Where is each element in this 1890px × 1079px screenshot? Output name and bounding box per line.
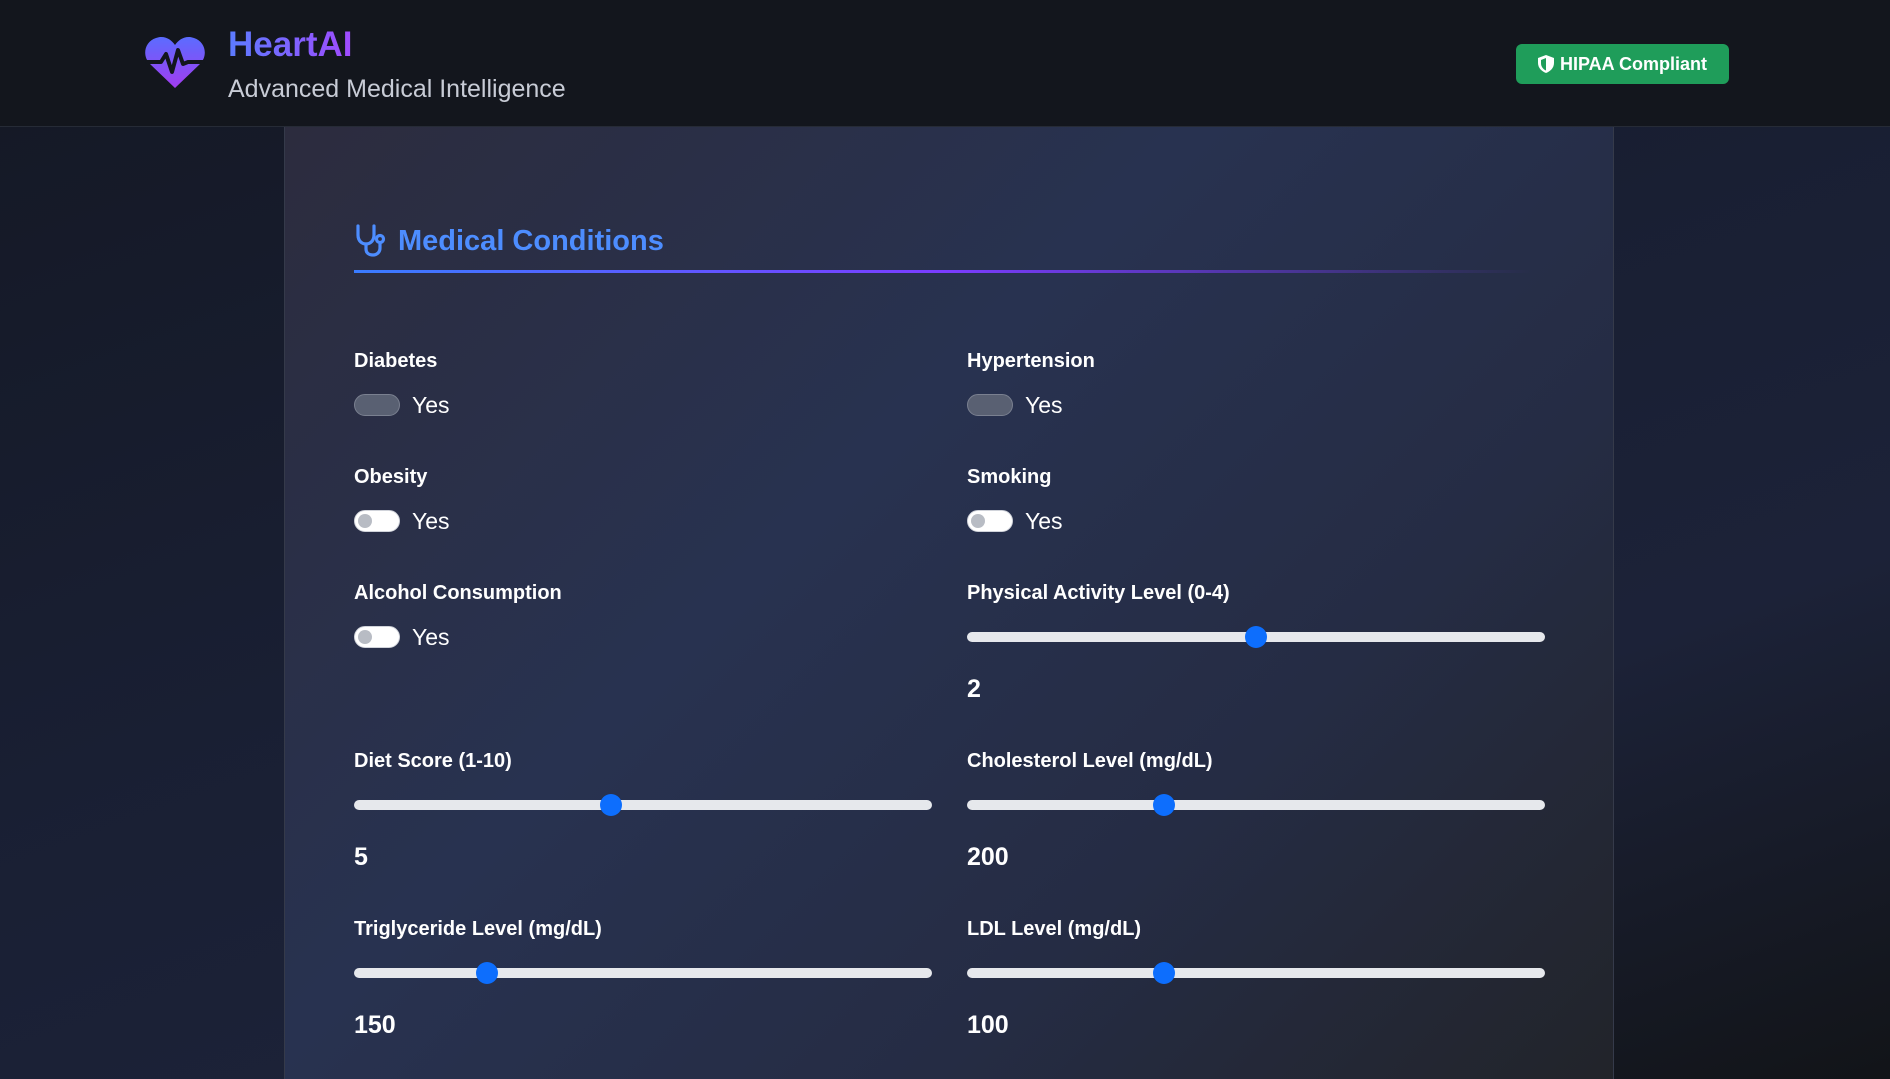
alcohol-consumption-label: Alcohol Consumption bbox=[354, 582, 562, 604]
slider-thumb[interactable] bbox=[599, 794, 622, 816]
obesity-toggle[interactable] bbox=[354, 510, 400, 532]
hipaa-badge-label: HIPAA Compliant bbox=[1560, 53, 1707, 74]
toggle-knob bbox=[971, 514, 985, 528]
hypertension-toggle-row: Yes bbox=[967, 389, 1063, 421]
hypertension-label: Hypertension bbox=[967, 350, 1095, 372]
slider-track bbox=[354, 968, 932, 978]
obesity-label: Obesity bbox=[354, 466, 428, 488]
smoking-toggle-label: Yes bbox=[1025, 508, 1063, 534]
section-divider bbox=[354, 270, 1534, 273]
slider-thumb[interactable] bbox=[475, 962, 498, 984]
cholesterol-level-label: Cholesterol Level (mg/dL) bbox=[967, 750, 1213, 772]
brand-title: HeartAI bbox=[228, 22, 352, 68]
alcohol-consumption-toggle[interactable] bbox=[354, 626, 400, 648]
physical-activity-label: Physical Activity Level (0-4) bbox=[967, 582, 1230, 604]
slider-thumb[interactable] bbox=[1152, 962, 1175, 984]
ldl-level-value: 100 bbox=[967, 1011, 1009, 1039]
diabetes-toggle-label: Yes bbox=[412, 392, 450, 418]
toggle-knob bbox=[358, 630, 372, 644]
slider-track bbox=[354, 800, 932, 810]
obesity-toggle-row: Yes bbox=[354, 505, 450, 537]
diabetes-toggle[interactable] bbox=[354, 394, 400, 416]
diabetes-toggle-row: Yes bbox=[354, 389, 450, 421]
cholesterol-level-slider[interactable] bbox=[967, 789, 1545, 821]
medical-conditions-card: Medical Conditions Diabetes Yes Hyperten… bbox=[284, 127, 1614, 1079]
slider-thumb[interactable] bbox=[1245, 626, 1267, 648]
stethoscope-icon bbox=[356, 224, 386, 257]
shield-icon bbox=[1538, 55, 1554, 73]
slider-thumb[interactable] bbox=[1152, 794, 1175, 816]
heart-pulse-icon bbox=[145, 36, 205, 88]
triglyceride-level-label: Triglyceride Level (mg/dL) bbox=[354, 918, 602, 940]
alcohol-consumption-toggle-label: Yes bbox=[412, 624, 450, 650]
smoking-toggle-row: Yes bbox=[967, 505, 1063, 537]
alcohol-consumption-toggle-row: Yes bbox=[354, 621, 450, 653]
physical-activity-value: 2 bbox=[967, 675, 981, 703]
ldl-level-slider[interactable] bbox=[967, 957, 1545, 989]
diet-score-value: 5 bbox=[354, 843, 368, 871]
physical-activity-slider[interactable] bbox=[967, 621, 1545, 653]
hypertension-toggle-label: Yes bbox=[1025, 392, 1063, 418]
app-header: HeartAI Advanced Medical Intelligence HI… bbox=[0, 0, 1890, 127]
slider-track bbox=[967, 800, 1545, 810]
hipaa-compliant-badge: HIPAA Compliant bbox=[1516, 44, 1729, 84]
section-title: Medical Conditions bbox=[398, 225, 664, 257]
obesity-toggle-label: Yes bbox=[412, 508, 450, 534]
slider-track bbox=[967, 968, 1545, 978]
ldl-level-label: LDL Level (mg/dL) bbox=[967, 918, 1142, 940]
section-header: Medical Conditions bbox=[354, 223, 1534, 275]
brand-subtitle: Advanced Medical Intelligence bbox=[228, 75, 566, 103]
smoking-toggle[interactable] bbox=[967, 510, 1013, 532]
hypertension-toggle[interactable] bbox=[967, 394, 1013, 416]
cholesterol-level-value: 200 bbox=[967, 843, 1009, 871]
triglyceride-level-slider[interactable] bbox=[354, 957, 932, 989]
smoking-label: Smoking bbox=[967, 466, 1052, 488]
diabetes-label: Diabetes bbox=[354, 350, 438, 372]
triglyceride-level-value: 150 bbox=[354, 1011, 396, 1039]
toggle-knob bbox=[358, 514, 372, 528]
diet-score-slider[interactable] bbox=[354, 789, 932, 821]
diet-score-label: Diet Score (1-10) bbox=[354, 750, 512, 772]
